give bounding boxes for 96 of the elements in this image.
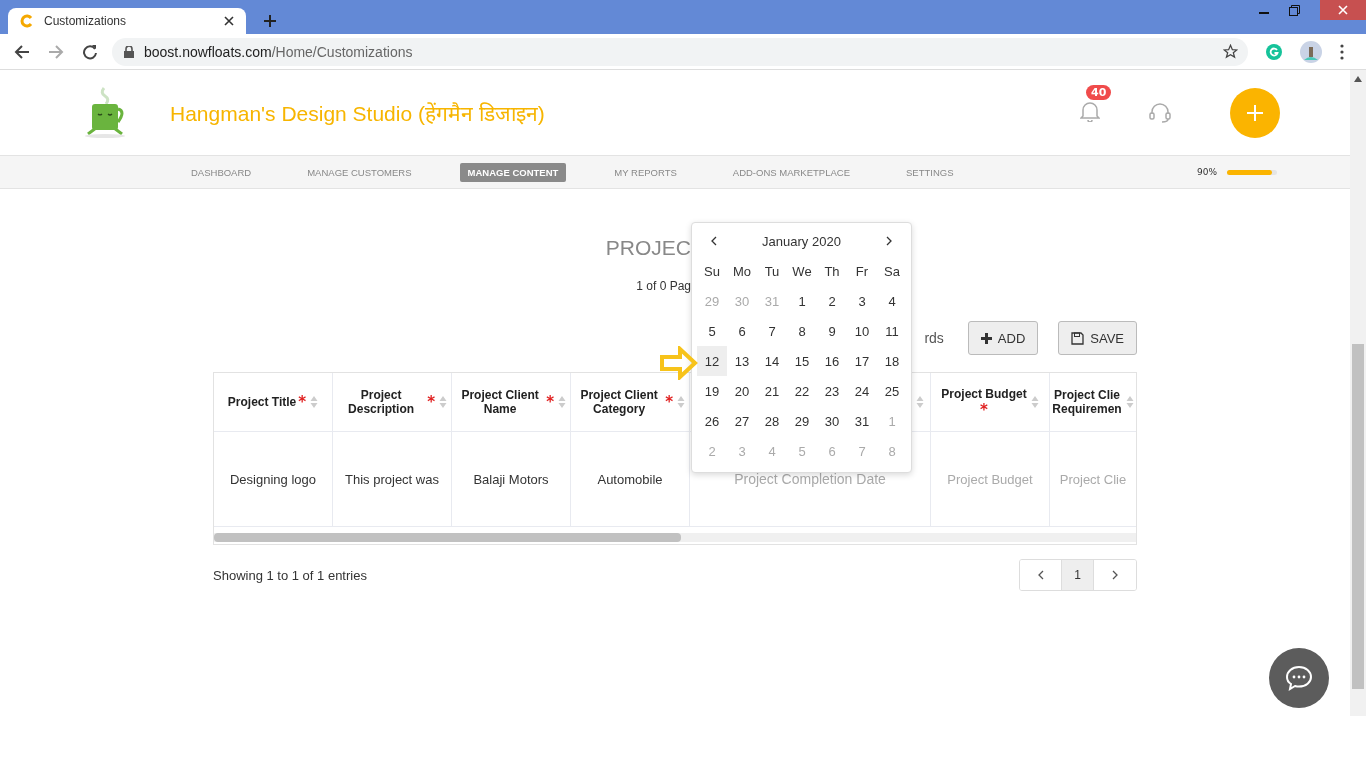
url-path: /Home/Customizations xyxy=(271,43,413,60)
page-title: PROJEC xyxy=(605,235,691,261)
calendar-day[interactable]: 28 xyxy=(757,406,787,436)
chevron-left-icon[interactable] xyxy=(1037,570,1044,580)
weekday-label: Mo xyxy=(731,262,753,281)
page-info: 1 of 0 Pag xyxy=(636,279,691,293)
calendar-day[interactable]: 26 xyxy=(697,406,727,436)
tab-title: Customizations xyxy=(44,14,128,28)
column-header[interactable]: Project Clie Requiremen xyxy=(1052,388,1122,416)
arrow-icon xyxy=(660,346,698,380)
calendar-day[interactable]: 1 xyxy=(787,286,817,316)
close-icon[interactable] xyxy=(224,16,234,26)
scrollbar-thumb[interactable] xyxy=(214,533,681,542)
scrollbar[interactable] xyxy=(1350,70,1366,716)
nav-tab[interactable]: MY REPORTS xyxy=(606,162,685,182)
weekday-label: Sa xyxy=(883,262,901,281)
column-header[interactable]: Project Title xyxy=(227,395,297,409)
star-icon[interactable] xyxy=(1223,44,1238,59)
weekday-label: We xyxy=(791,262,813,281)
calendar-day[interactable]: 19 xyxy=(697,376,727,406)
calendar-day[interactable]: 5 xyxy=(697,316,727,346)
calendar-day[interactable]: 14 xyxy=(757,346,787,376)
required-mark: * xyxy=(427,395,435,409)
progress-label: 90% xyxy=(1197,167,1217,177)
nav-tab[interactable]: MANAGE CUSTOMERS xyxy=(299,162,420,182)
calendar-day[interactable]: 24 xyxy=(847,376,877,406)
weekday-label: Tu xyxy=(763,262,781,281)
calendar-day[interactable]: 9 xyxy=(817,316,847,346)
chevron-right-icon[interactable] xyxy=(1112,570,1118,580)
calendar-day[interactable]: 15 xyxy=(787,346,817,376)
calendar-day[interactable]: 7 xyxy=(757,316,787,346)
required-mark: * xyxy=(546,395,554,409)
table-cell: This project was xyxy=(345,471,439,487)
plus-icon[interactable] xyxy=(980,332,992,344)
browser-tab[interactable]: Customizations xyxy=(8,8,246,34)
chat-button[interactable] xyxy=(1269,648,1329,708)
calendar-day[interactable]: 16 xyxy=(817,346,847,376)
calendar-day[interactable]: 12 xyxy=(697,346,727,376)
restore-icon[interactable] xyxy=(1289,4,1300,16)
calendar-day[interactable]: 2 xyxy=(817,286,847,316)
calendar-day[interactable]: 20 xyxy=(727,376,757,406)
calendar-day[interactable]: 4 xyxy=(877,286,907,316)
page-number-button[interactable]: 1 xyxy=(1062,560,1094,590)
forward-icon[interactable] xyxy=(48,43,64,60)
calendar-day[interactable]: 21 xyxy=(757,376,787,406)
url-host: boost.nowfloats.com xyxy=(144,43,272,60)
reload-icon[interactable] xyxy=(82,43,98,60)
notification-badge: 40 xyxy=(1086,84,1112,100)
table-cell: Automobile xyxy=(597,471,663,487)
previous-month-icon[interactable] xyxy=(711,236,717,246)
close-window-button[interactable] xyxy=(1320,0,1366,20)
bell-icon[interactable] xyxy=(1080,99,1100,122)
save-button[interactable]: SAVE xyxy=(1058,321,1137,355)
calendar-day[interactable]: 18 xyxy=(877,346,907,376)
add-button[interactable]: ADD xyxy=(967,321,1039,355)
column-header[interactable]: Project Description xyxy=(337,388,426,416)
column-header[interactable]: Project Client Name xyxy=(456,388,545,416)
month-title[interactable]: January 2020 xyxy=(762,233,841,249)
business-name: Hangman's Design Studio (हेंगमैन डिजाइन) xyxy=(170,100,545,127)
next-month-icon[interactable] xyxy=(886,236,892,246)
column-header[interactable]: Project Budget xyxy=(941,387,1027,401)
calendar-day[interactable]: 3 xyxy=(847,286,877,316)
calendar-day[interactable]: 31 xyxy=(847,406,877,436)
calendar-day[interactable]: 13 xyxy=(727,346,757,376)
weekday-label: Su xyxy=(703,262,721,281)
required-mark: * xyxy=(665,395,673,409)
records-text: rds xyxy=(924,330,944,346)
calendar-day[interactable]: 10 xyxy=(847,316,877,346)
chat-bubble-icon[interactable] xyxy=(1285,665,1313,691)
calendar-day[interactable]: 29 xyxy=(787,406,817,436)
required-mark: * xyxy=(298,395,307,409)
weekday-label: Th xyxy=(823,262,841,281)
calendar-day[interactable]: 6 xyxy=(727,316,757,346)
calendar-day[interactable]: 25 xyxy=(877,376,907,406)
calendar-day[interactable]: 23 xyxy=(817,376,847,406)
calendar-day[interactable]: 30 xyxy=(817,406,847,436)
column-header[interactable]: Project Client Category xyxy=(575,388,664,416)
new-tab-icon[interactable] xyxy=(263,14,277,28)
headset-icon[interactable] xyxy=(1148,101,1172,124)
calendar-day[interactable]: 11 xyxy=(877,316,907,346)
scroll-up-icon[interactable] xyxy=(1354,76,1362,82)
entries-info: Showing 1 to 1 of 1 entries xyxy=(213,567,367,583)
calendar-day[interactable]: 17 xyxy=(847,346,877,376)
c-logo-icon xyxy=(20,14,34,28)
required-mark: * xyxy=(980,403,988,417)
weekday-label: Fr xyxy=(854,262,870,281)
calendar-day[interactable]: 8 xyxy=(787,316,817,346)
menu-icon[interactable] xyxy=(1340,43,1344,60)
address-field[interactable]: boost.nowfloats.com/Home/Customizations xyxy=(112,37,1248,66)
calendar-day[interactable]: 27 xyxy=(727,406,757,436)
table-cell: Balaji Motors xyxy=(473,471,549,487)
lock-icon xyxy=(124,45,134,58)
calendar-day[interactable]: 22 xyxy=(787,376,817,406)
back-icon[interactable] xyxy=(14,43,30,60)
profile-avatar-icon[interactable] xyxy=(1300,40,1322,63)
table-cell: Designing logo xyxy=(230,471,316,487)
